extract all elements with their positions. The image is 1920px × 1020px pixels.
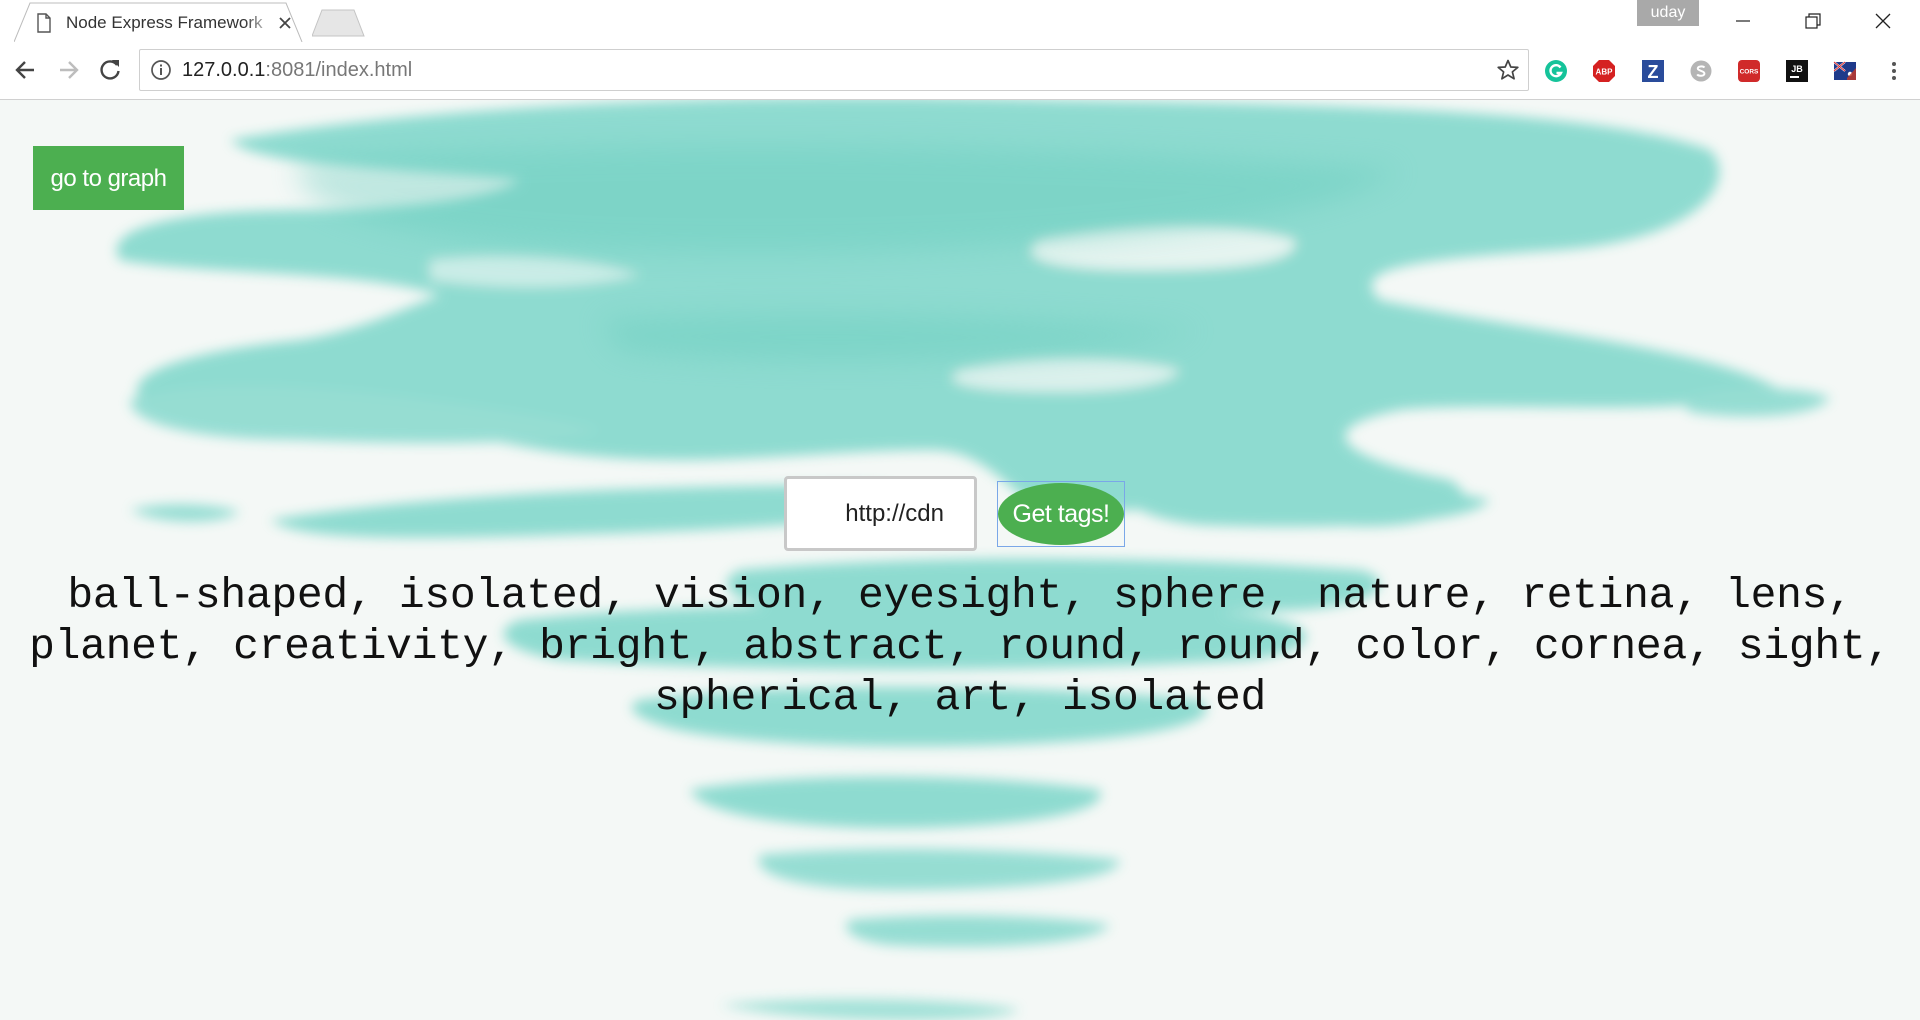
browser-toolbar: 127.0.0.1:8081/index.html ABP Z CORS JB xyxy=(0,42,1920,100)
forward-icon[interactable] xyxy=(54,56,82,84)
bookmark-star-icon[interactable] xyxy=(1496,58,1520,82)
tab-strip: Node Express Framework uday xyxy=(0,0,1920,42)
flag-icon[interactable] xyxy=(1833,59,1857,83)
url-text[interactable]: 127.0.0.1:8081/index.html xyxy=(182,59,412,81)
tags-result-text: ball-shaped, isolated, vision, eyesight,… xyxy=(29,571,1891,722)
image-url-input[interactable] xyxy=(784,476,977,551)
tab-title: Node Express Framework xyxy=(66,13,263,32)
back-icon[interactable] xyxy=(12,56,40,84)
cors-icon[interactable]: CORS xyxy=(1737,59,1761,83)
zotero-label: Z xyxy=(1648,62,1659,82)
close-icon[interactable] xyxy=(276,14,294,32)
browser-tab[interactable]: Node Express Framework xyxy=(14,2,303,42)
url-host: 127.0.0.1 xyxy=(182,59,266,81)
cors-label: CORS xyxy=(1740,69,1759,76)
get-tags-focus-ring: Get tags! xyxy=(997,481,1125,547)
go-to-graph-button[interactable]: go to graph xyxy=(33,146,184,210)
restore-icon[interactable] xyxy=(1798,8,1828,34)
profile-badge[interactable]: uday xyxy=(1637,0,1699,26)
reload-icon[interactable] xyxy=(96,56,124,84)
abp-label: ABP xyxy=(1596,68,1614,77)
grammarly-icon[interactable] xyxy=(1544,59,1568,83)
zotero-icon[interactable]: Z xyxy=(1641,59,1665,83)
adblock-plus-icon[interactable]: ABP xyxy=(1592,59,1616,83)
window-close-icon[interactable] xyxy=(1868,8,1898,34)
page-viewport: go to graph Get tags! ball-shaped, isola… xyxy=(0,100,1920,1020)
minimize-icon[interactable] xyxy=(1728,8,1758,34)
address-bar[interactable]: 127.0.0.1:8081/index.html xyxy=(139,49,1529,91)
watercolor-background xyxy=(116,100,1830,1020)
jetbrains-label: JB xyxy=(1791,64,1803,74)
info-icon[interactable] xyxy=(150,59,172,81)
new-tab-button[interactable] xyxy=(312,8,368,38)
menu-icon[interactable] xyxy=(1882,59,1906,83)
url-path: :8081/index.html xyxy=(265,59,413,81)
page-icon xyxy=(37,13,51,33)
jetbrains-icon[interactable]: JB xyxy=(1785,59,1809,83)
skype-icon[interactable] xyxy=(1689,59,1713,83)
get-tags-button[interactable]: Get tags! xyxy=(998,483,1124,545)
